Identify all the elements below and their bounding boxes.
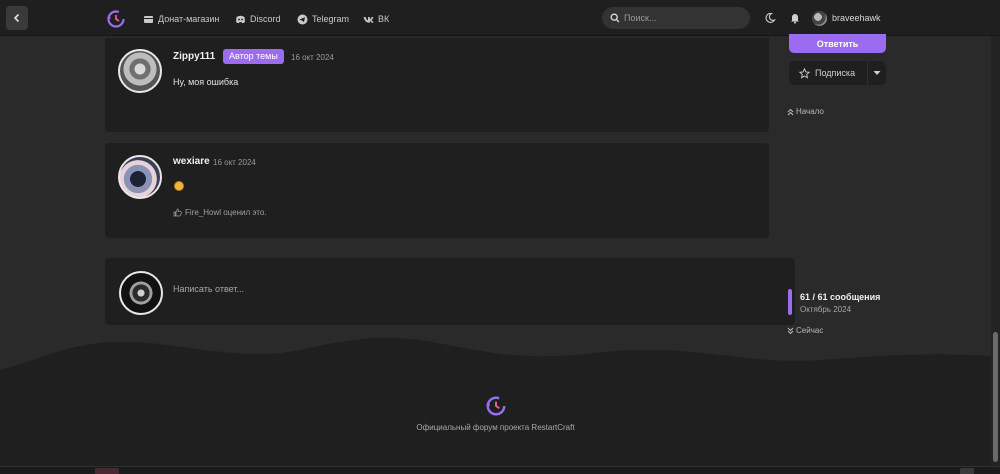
- post-author[interactable]: wexiare: [173, 156, 210, 167]
- nav-label: ВК: [378, 14, 390, 24]
- message-counter: 61 / 61 сообщения: [800, 292, 881, 302]
- nav-telegram[interactable]: Telegram: [297, 11, 349, 27]
- footer: Официальный форум проекта RestartCraft: [0, 370, 991, 466]
- moon-icon[interactable]: [764, 12, 776, 24]
- post-date[interactable]: 16 окт 2024: [213, 158, 256, 167]
- avatar[interactable]: [118, 155, 162, 199]
- liked-text: Fire_Howl оценил это.: [185, 208, 267, 217]
- post-zippy111: Zippy111 Автор темы 16 окт 2024 Ну, моя …: [105, 38, 769, 132]
- footer-logo-icon[interactable]: [485, 395, 507, 417]
- search-icon: [610, 13, 620, 23]
- top-header: Донат-магазин Discord Telegram ВК bravee…: [0, 0, 1000, 36]
- vk-icon: [363, 16, 374, 23]
- progress-date: Октябрь 2024: [800, 305, 852, 314]
- subscribe-button[interactable]: Подписка: [789, 61, 886, 85]
- double-chevron-up-icon: [787, 108, 794, 115]
- thread-progress-bar: [788, 289, 792, 315]
- avatar: [119, 271, 163, 315]
- post-wexiare: wexiare 16 окт 2024 Fire_Howl оценил это…: [105, 143, 769, 238]
- reactions-summary[interactable]: Fire_Howl оценил это.: [173, 208, 267, 217]
- star-icon: [799, 67, 810, 79]
- bell-icon[interactable]: [789, 12, 801, 24]
- username[interactable]: braveehawk: [832, 13, 881, 23]
- thumbs-up-icon: [173, 208, 182, 217]
- search-input[interactable]: [624, 13, 734, 23]
- nav-label: Telegram: [312, 14, 350, 24]
- nav-donate-shop[interactable]: Донат-магазин: [143, 11, 219, 27]
- author-badge: Автор темы: [223, 49, 284, 64]
- post-date[interactable]: 16 окт 2024: [291, 53, 334, 62]
- taskbar-tray[interactable]: [960, 468, 974, 474]
- answer-button[interactable]: Ответить: [789, 34, 886, 53]
- subscribe-dropdown[interactable]: [867, 61, 886, 85]
- chevron-left-icon: [13, 13, 20, 23]
- subscribe-main[interactable]: Подписка: [789, 67, 867, 79]
- search-box[interactable]: [602, 7, 750, 29]
- telegram-icon: [297, 14, 308, 24]
- jump-to-start[interactable]: Начало: [787, 107, 824, 116]
- nav-discord[interactable]: Discord: [235, 11, 281, 27]
- nav-label: Донат-магазин: [158, 14, 220, 24]
- jump-start-label: Начало: [796, 107, 824, 116]
- post-author[interactable]: Zippy111: [173, 51, 215, 62]
- subscribe-label: Подписка: [815, 68, 856, 78]
- back-button[interactable]: [6, 6, 28, 30]
- site-logo-icon[interactable]: [106, 9, 126, 29]
- grinning-emoji-icon: [174, 181, 184, 191]
- footer-text: Официальный форум проекта RestartCraft: [416, 423, 575, 432]
- os-taskbar: [0, 466, 1000, 474]
- store-icon: [144, 15, 153, 23]
- reply-input[interactable]: [173, 284, 733, 294]
- scrollbar-thumb[interactable]: [993, 332, 998, 462]
- caret-down-icon: [873, 71, 881, 75]
- discord-icon: [236, 15, 245, 23]
- reply-box: [105, 258, 795, 325]
- avatar[interactable]: [118, 49, 162, 93]
- nav-label: Discord: [250, 14, 281, 24]
- user-avatar[interactable]: [812, 11, 827, 26]
- post-text: Ну, моя ошибка: [173, 77, 239, 87]
- footer-waves: [0, 337, 991, 372]
- nav-vk[interactable]: ВК: [363, 11, 389, 27]
- taskbar-item[interactable]: [95, 468, 119, 474]
